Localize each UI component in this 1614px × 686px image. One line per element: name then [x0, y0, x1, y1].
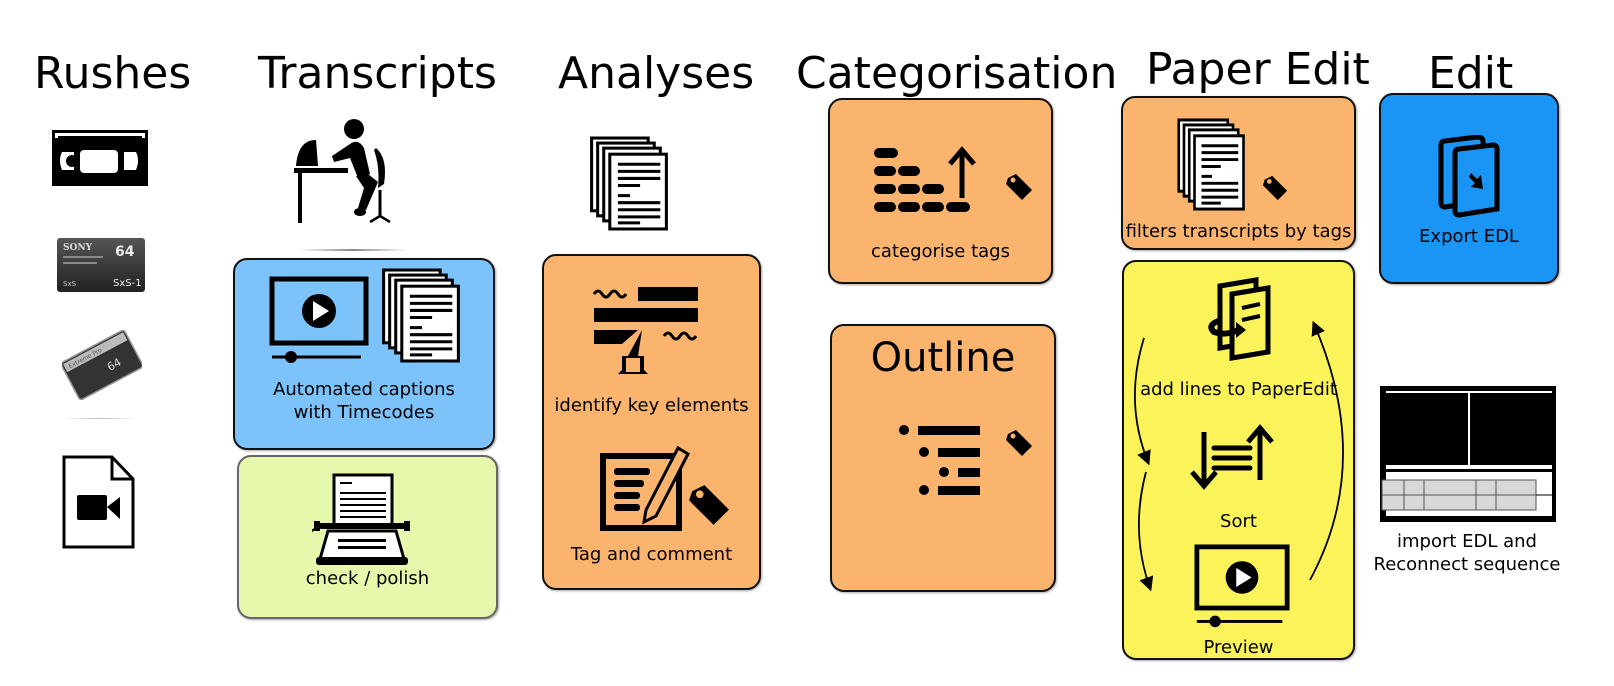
documents-stack-icon	[381, 268, 463, 364]
tag-icon	[1261, 174, 1289, 202]
compact-flash-card-icon: Extreme Pro 64	[62, 330, 142, 400]
sxs-capacity: 64	[115, 244, 135, 260]
divider-line	[298, 249, 408, 251]
column-title-categorisation: Categorisation	[796, 48, 1118, 99]
tag-and-comment-label: Tag and comment	[570, 544, 733, 565]
export-edl-label: Export EDL	[1419, 226, 1519, 247]
filter-transcripts-box[interactable]: filters transcripts by tags	[1121, 96, 1356, 250]
workflow-arrows	[1134, 320, 1344, 592]
analyses-box[interactable]: identify key elements Tag and comment	[542, 254, 761, 590]
categorise-tags-box[interactable]: categorise tags	[828, 98, 1053, 284]
sxs-model: SxS-1	[113, 278, 142, 289]
documents-stack-icon	[589, 136, 671, 232]
label-line-1: Automated captions	[273, 379, 455, 400]
outline-list-icon	[896, 422, 982, 498]
tag-icon	[1004, 172, 1034, 202]
check-polish-box[interactable]: check / polish	[237, 455, 498, 619]
label-line-1: import EDL and	[1396, 531, 1537, 552]
identify-key-elements-label: identify key elements	[554, 395, 749, 416]
column-title-rushes: Rushes	[34, 48, 192, 99]
video-player-icon	[269, 276, 369, 366]
column-title-transcripts: Transcripts	[258, 48, 497, 99]
label-line-2: Reconnect sequence	[1373, 554, 1561, 576]
check-polish-label: check / polish	[305, 568, 430, 589]
sxs-card-icon: SONY 64 SxS SxS-1	[57, 238, 149, 292]
filter-transcripts-label: filters transcripts by tags	[1125, 221, 1352, 242]
column-title-edit: Edit	[1428, 48, 1514, 99]
video-file-icon	[62, 455, 136, 549]
sort-blocks-icon	[874, 146, 978, 218]
column-title-analyses: Analyses	[558, 48, 755, 99]
typewriter-icon	[312, 473, 412, 565]
vhs-tape-icon	[52, 130, 148, 186]
export-edl-box[interactable]: Export EDL	[1379, 93, 1559, 284]
arrow-preview-to-add	[1309, 320, 1344, 581]
import-edl-label: import EDL and Reconnect sequence	[1372, 530, 1562, 577]
documents-stack-icon	[1177, 118, 1247, 212]
outline-box[interactable]: Outline	[830, 324, 1056, 592]
edit-document-icon	[600, 444, 690, 534]
column-title-paper-edit: Paper Edit	[1146, 44, 1370, 95]
categorise-tags-label: categorise tags	[871, 241, 1010, 262]
label-line-2: with Timecodes	[293, 402, 435, 424]
arrow-add-to-sort	[1134, 337, 1151, 466]
tag-icon	[1004, 428, 1034, 458]
outline-title: Outline	[870, 335, 1016, 381]
sxs-brand: SONY	[63, 243, 93, 253]
sxs-series: SxS	[63, 280, 77, 288]
highlighter-text-icon	[592, 284, 700, 384]
automated-captions-label: Automated captions with Timecodes	[235, 378, 493, 425]
paper-edit-workflow-box[interactable]: add lines to PaperEdit Sort Preview	[1122, 260, 1355, 660]
editor-timeline-icon	[1378, 384, 1558, 524]
person-at-computer-icon	[292, 118, 402, 226]
export-document-icon	[1437, 135, 1503, 221]
arrow-sort-to-preview	[1137, 471, 1154, 592]
tag-icon	[686, 482, 732, 528]
automated-captions-box[interactable]: Automated captions with Timecodes	[233, 258, 495, 450]
divider-line	[64, 418, 136, 419]
